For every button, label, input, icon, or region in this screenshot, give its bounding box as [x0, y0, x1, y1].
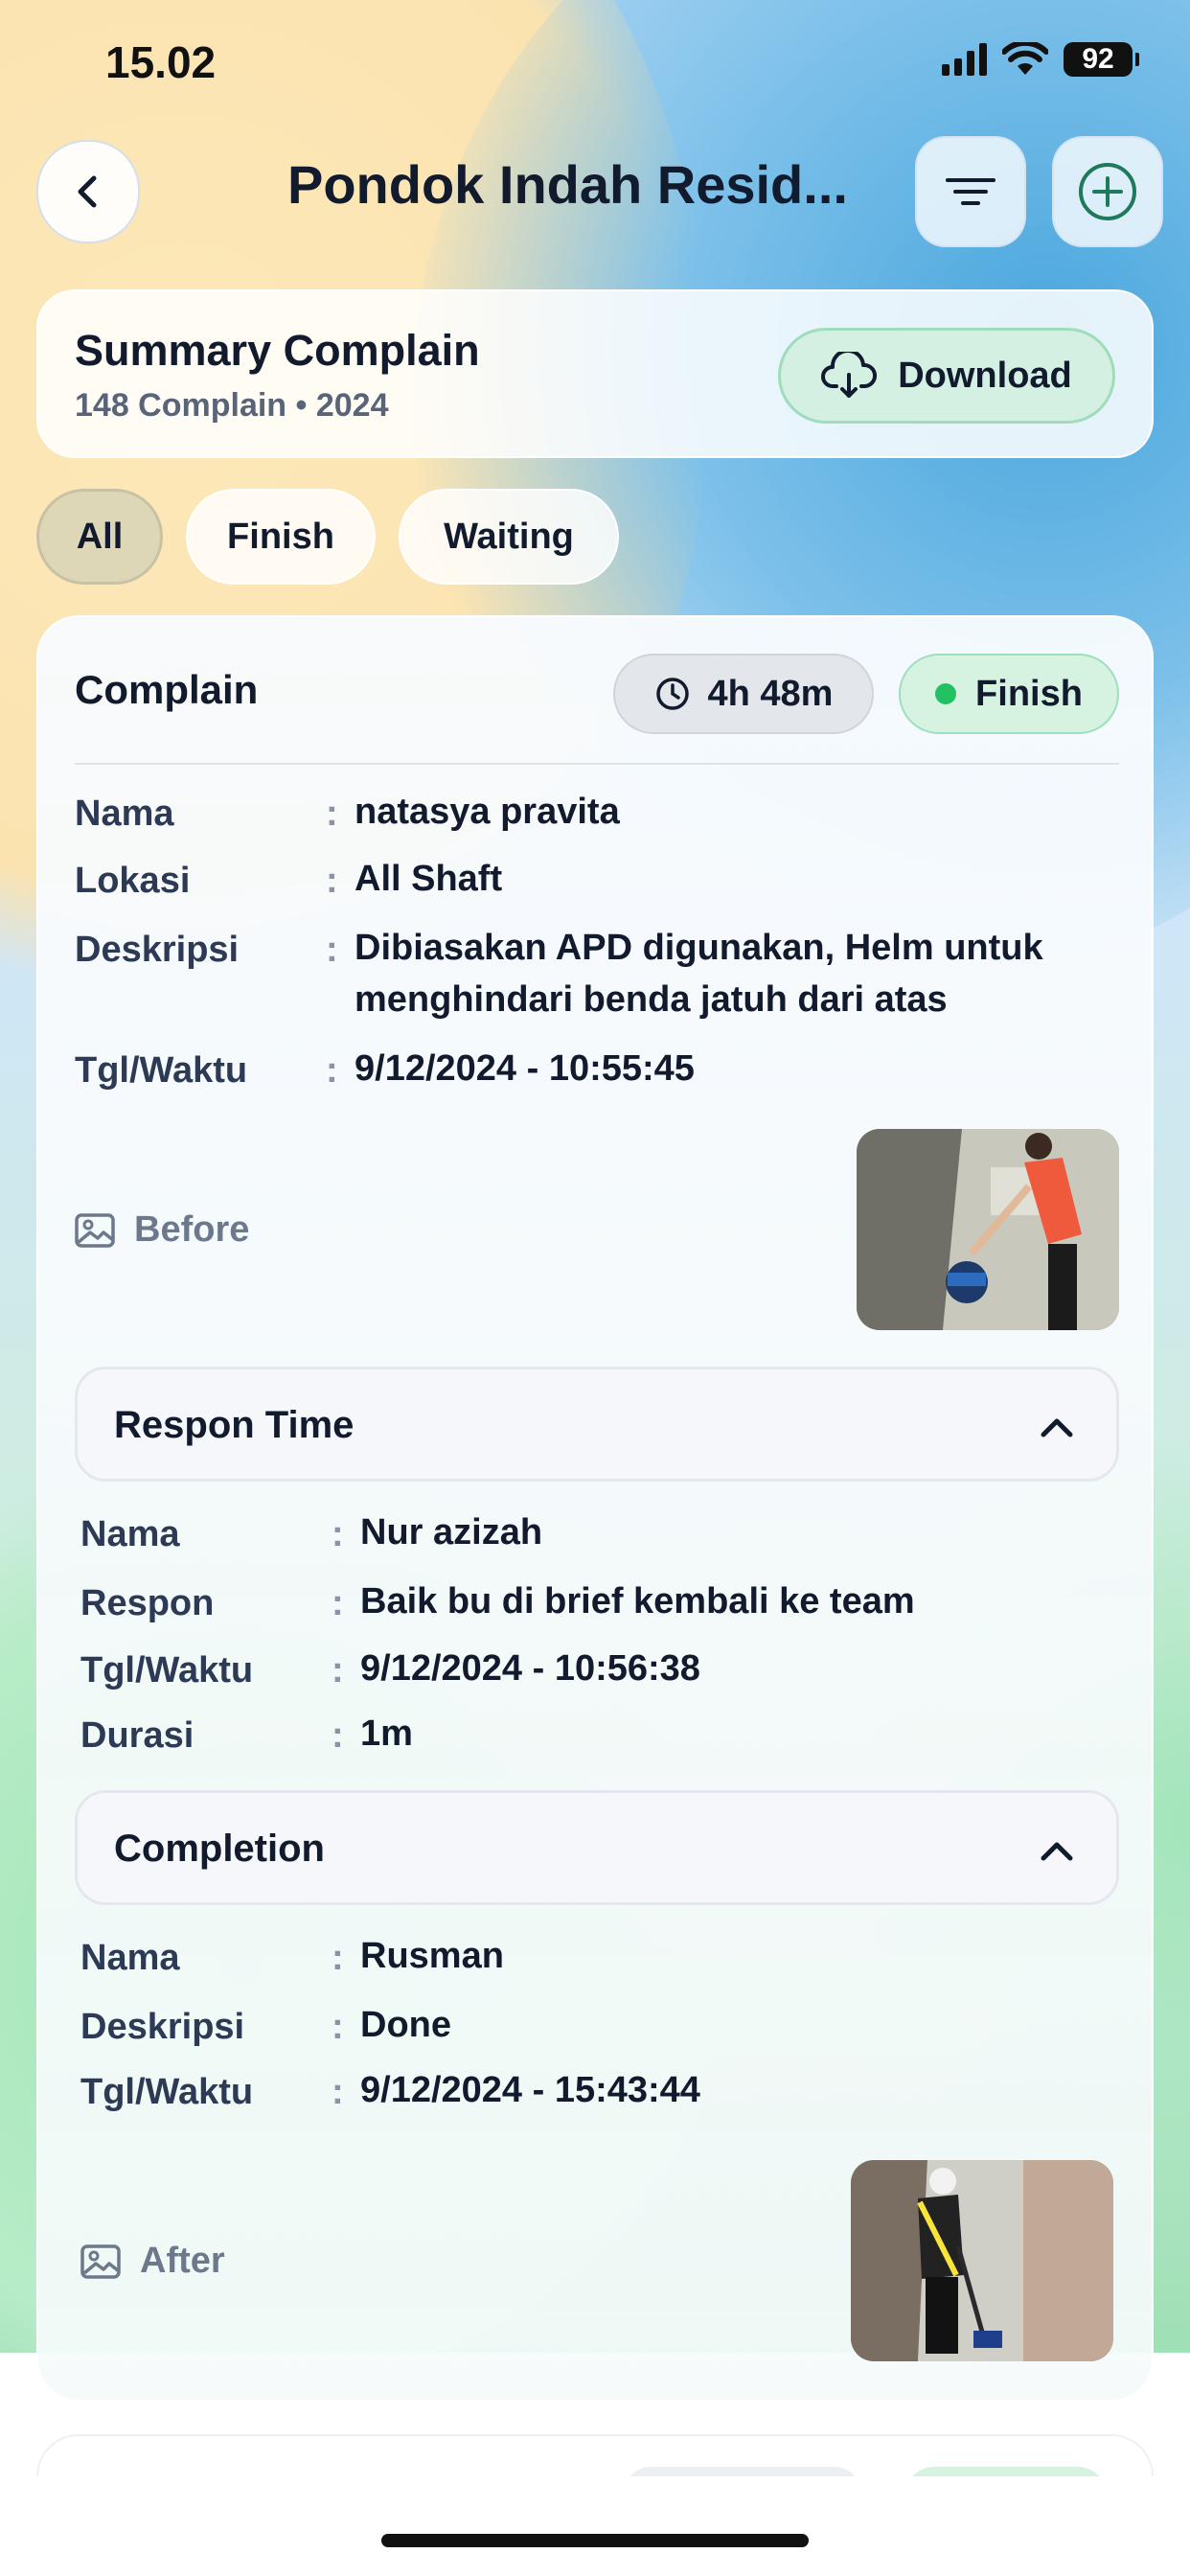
home-indicator[interactable]	[381, 2534, 809, 2547]
field-separator: :	[332, 2007, 344, 2047]
field-label: Nama	[80, 1938, 180, 1978]
filter-tab-label: Waiting	[444, 516, 574, 557]
field-separator: :	[332, 1938, 344, 1978]
section-title: Completion	[114, 1828, 325, 1870]
field-value: 1m	[360, 1714, 413, 1754]
summary-title: Summary Complain	[75, 326, 480, 375]
filter-tab-label: Finish	[227, 516, 334, 557]
signal-icon	[942, 43, 987, 76]
field-separator: :	[326, 1050, 338, 1091]
field-label: Tgl/Waktu	[75, 1050, 248, 1091]
field-separator: :	[326, 861, 338, 901]
section-title: Respon Time	[114, 1404, 355, 1446]
filter-button[interactable]	[915, 136, 1026, 247]
field-separator: :	[332, 1650, 344, 1690]
back-button[interactable]	[36, 140, 140, 243]
before-text: Before	[134, 1209, 250, 1250]
filter-tab-waiting[interactable]: Waiting	[399, 489, 619, 585]
field-value: Baik bu di brief kembali ke team	[360, 1581, 915, 1622]
field-value: 9/12/2024 - 15:43:44	[360, 2070, 700, 2110]
image-icon	[80, 2243, 121, 2279]
plus-circle-icon	[1079, 163, 1136, 220]
field-value: Nur azizah	[360, 1512, 543, 1552]
card-title: Complain	[75, 667, 259, 712]
field-separator: :	[332, 1583, 344, 1623]
field-label: Durasi	[80, 1715, 195, 1756]
before-photo[interactable]	[857, 1129, 1119, 1330]
add-complain-button[interactable]	[1052, 136, 1163, 247]
before-label: Before	[75, 1209, 249, 1251]
field-label: Respon	[80, 1583, 215, 1623]
field-label: Deskripsi	[80, 2007, 245, 2047]
field-separator: :	[332, 2072, 344, 2112]
filter-tab-all[interactable]: All	[36, 489, 163, 585]
after-photo[interactable]	[851, 2160, 1113, 2361]
bottom-area	[0, 2476, 1190, 2576]
status-time: 15.02	[105, 37, 217, 87]
field-label: Tgl/Waktu	[80, 1650, 254, 1690]
duration-badge: 4h 48m	[613, 654, 874, 734]
field-separator: :	[332, 1514, 344, 1554]
field-value: Done	[360, 2005, 451, 2045]
summary-card: Summary Complain 148 Complain • 2024 Dow…	[36, 289, 1154, 458]
field-value: Dibiasakan APD digunakan, Helm untuk men…	[355, 928, 1043, 1020]
field-label: Nama	[80, 1514, 180, 1554]
response-section-header[interactable]: Respon Time	[75, 1367, 1119, 1482]
download-label: Download	[898, 355, 1072, 396]
cloud-download-icon	[821, 352, 878, 398]
filter-tab-finish[interactable]: Finish	[186, 489, 376, 585]
chevron-up-icon[interactable]	[1038, 1831, 1076, 1870]
filter-tab-label: All	[76, 516, 124, 557]
app-screen: 15.02 92 Pondok Indah Resid... Summary C…	[0, 0, 1190, 2576]
complain-card[interactable]: Complain 4h 48m Finish Nama : natasya pr…	[36, 615, 1154, 2402]
chevron-up-icon[interactable]	[1038, 1408, 1076, 1446]
page-title: Pondok Indah Resid...	[287, 154, 848, 215]
status-text: Finish	[975, 673, 1083, 714]
field-value: 9/12/2024 - 10:55:45	[355, 1048, 695, 1089]
after-label: After	[80, 2241, 225, 2282]
chevron-left-icon	[78, 175, 97, 208]
image-icon	[75, 1212, 115, 1248]
field-separator: :	[326, 794, 338, 834]
wifi-icon	[1002, 42, 1048, 75]
field-label: Lokasi	[75, 861, 191, 901]
filter-lines-icon	[946, 178, 995, 205]
battery-icon: 92	[1064, 42, 1139, 77]
divider	[75, 763, 1119, 765]
completion-section-header[interactable]: Completion	[75, 1790, 1119, 1905]
status-badge: Finish	[899, 654, 1119, 734]
after-text: After	[140, 2241, 225, 2281]
field-label: Deskripsi	[75, 930, 240, 970]
field-separator: :	[332, 1715, 344, 1756]
status-icons: 92	[942, 42, 1139, 77]
status-dot	[935, 683, 957, 704]
summary-subtitle: 148 Complain • 2024	[75, 387, 389, 424]
field-label: Tgl/Waktu	[80, 2072, 254, 2112]
clock-icon	[655, 678, 689, 710]
field-value: natasya pravita	[355, 792, 620, 832]
field-separator: :	[326, 930, 338, 970]
download-button[interactable]: Download	[778, 328, 1115, 424]
field-value: All Shaft	[355, 859, 503, 899]
field-label: Nama	[75, 794, 174, 834]
field-value: Rusman	[360, 1936, 504, 1976]
field-value: 9/12/2024 - 10:56:38	[360, 1648, 700, 1689]
duration-text: 4h 48m	[707, 673, 834, 714]
